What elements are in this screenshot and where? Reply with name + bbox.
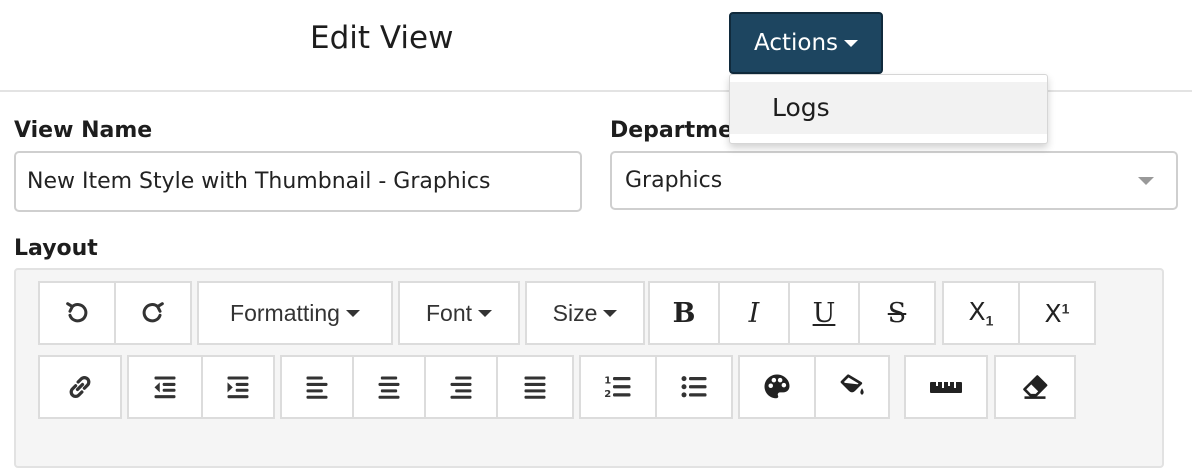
eraser-icon — [1020, 373, 1050, 401]
department-select-value: Graphics — [625, 168, 723, 193]
ruler-icon — [929, 376, 963, 398]
editor-toolbar: Formatting Font Size B I U S X1 X1 1 2 — [14, 268, 1164, 468]
text-color-button[interactable] — [738, 355, 816, 419]
superscript-glyph: X — [1044, 298, 1062, 328]
menu-item-logs[interactable]: Logs — [730, 82, 1047, 134]
formatting-label: Formatting — [230, 299, 340, 326]
palette-icon — [762, 372, 792, 402]
underline-button[interactable]: U — [788, 281, 860, 345]
italic-button[interactable]: I — [718, 281, 790, 345]
italic-icon: I — [748, 297, 760, 329]
undo-icon — [63, 299, 91, 327]
subscript-icon: X1 — [969, 297, 994, 329]
chevron-down-icon — [345, 309, 360, 317]
indent-icon — [224, 373, 252, 401]
strikethrough-button[interactable]: S — [858, 281, 936, 345]
view-name-input[interactable] — [14, 151, 582, 212]
align-left-icon — [303, 373, 331, 401]
align-left-button[interactable] — [280, 355, 354, 419]
ordered-list-icon: 1 2 — [603, 372, 633, 402]
redo-button[interactable] — [114, 281, 192, 345]
layout-label: Layout — [14, 236, 98, 261]
unordered-list-icon — [679, 372, 709, 402]
chevron-down-icon — [603, 309, 618, 317]
underline-icon: U — [812, 297, 836, 329]
page-title: Edit View — [310, 20, 454, 56]
align-justify-icon — [521, 373, 549, 401]
align-justify-button[interactable] — [496, 355, 574, 419]
bold-icon: B — [672, 297, 696, 329]
redo-icon — [139, 299, 167, 327]
align-center-icon — [375, 373, 403, 401]
outdent-icon — [151, 373, 179, 401]
chevron-down-icon — [1138, 177, 1154, 185]
actions-button-label: Actions — [753, 30, 838, 56]
indent-button[interactable] — [201, 355, 275, 419]
align-right-button[interactable] — [424, 355, 498, 419]
font-label: Font — [425, 299, 473, 326]
fill-bucket-icon — [837, 372, 867, 402]
chevron-down-icon — [478, 309, 493, 317]
superscript-icon: X1 — [1045, 299, 1070, 328]
subscript-button[interactable]: X1 — [942, 281, 1020, 345]
svg-text:1: 1 — [604, 375, 611, 386]
link-button[interactable] — [38, 355, 122, 419]
chevron-down-icon — [844, 39, 858, 47]
view-name-label: View Name — [14, 118, 153, 143]
clear-formatting-button[interactable] — [994, 355, 1076, 419]
unordered-list-button[interactable] — [655, 355, 733, 419]
horizontal-rule-button[interactable] — [904, 355, 988, 419]
align-center-button[interactable] — [352, 355, 426, 419]
outdent-button[interactable] — [127, 355, 203, 419]
actions-dropdown-menu: Logs — [729, 74, 1048, 144]
subscript-mark: 1 — [985, 312, 994, 329]
superscript-button[interactable]: X1 — [1018, 281, 1096, 345]
size-dropdown[interactable]: Size — [525, 281, 645, 345]
ordered-list-button[interactable]: 1 2 — [579, 355, 657, 419]
subscript-glyph: X — [968, 297, 986, 327]
actions-button[interactable]: Actions — [729, 12, 883, 74]
link-icon — [65, 372, 95, 402]
font-dropdown[interactable]: Font — [398, 281, 520, 345]
department-select[interactable]: Graphics — [610, 151, 1178, 210]
background-color-button[interactable] — [814, 355, 890, 419]
superscript-mark: 1 — [1061, 299, 1070, 316]
strikethrough-icon: S — [887, 297, 907, 329]
bold-button[interactable]: B — [648, 281, 720, 345]
undo-button[interactable] — [38, 281, 116, 345]
formatting-dropdown[interactable]: Formatting — [197, 281, 393, 345]
size-label: Size — [552, 299, 598, 326]
svg-text:2: 2 — [604, 389, 611, 400]
align-right-icon — [447, 373, 475, 401]
